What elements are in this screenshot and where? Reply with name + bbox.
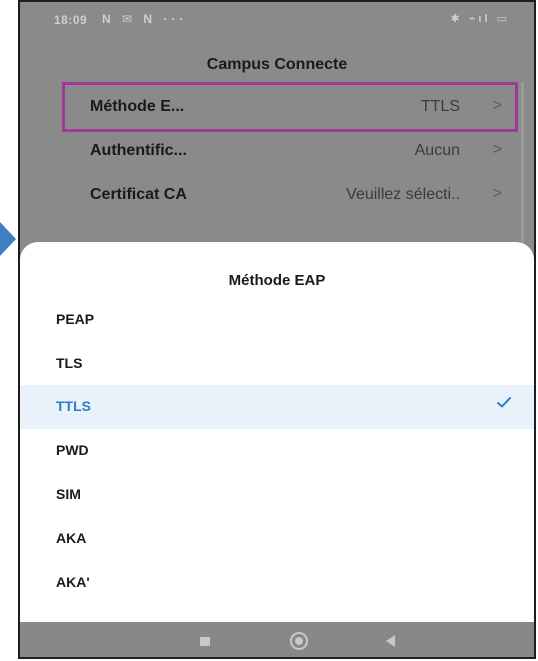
network-title: Campus Connecte <box>206 56 348 73</box>
setting-row-ca-certificate[interactable]: Certificat CA Veuillez sélecti.. > <box>62 175 516 215</box>
setting-value: Veuillez sélecti.. <box>346 186 460 203</box>
option-pwd[interactable]: PWD <box>20 429 534 473</box>
option-label: SIM <box>56 486 81 502</box>
home-icon[interactable] <box>290 632 308 650</box>
setting-label: Certificat CA <box>90 186 187 203</box>
option-label: AKA' <box>56 574 90 590</box>
option-label: TLS <box>56 355 83 371</box>
eap-method-bottom-sheet: Méthode EAP PEAP TLS TTLS PWD SIM AKA AK… <box>20 242 534 622</box>
option-label: PWD <box>56 442 89 458</box>
recents-icon[interactable] <box>200 637 210 646</box>
option-sim[interactable]: SIM <box>20 473 534 517</box>
navigation-bar <box>20 622 534 657</box>
setting-row-authentication[interactable]: Authentific... Aucun > <box>62 131 516 171</box>
annotation-highlight-box <box>62 82 518 132</box>
option-label: PEAP <box>56 311 95 327</box>
setting-label: Authentific... <box>90 142 187 159</box>
status-bar: 18:09 N ✉ N ··· ✱ ⌁ıl ▭ <box>20 2 534 40</box>
check-icon <box>497 397 511 408</box>
system-status-icons: ✱ ⌁ıl ▭ <box>450 13 510 25</box>
setting-value: Aucun <box>414 142 460 159</box>
annotation-arrow <box>0 222 16 256</box>
status-time: 18:09 <box>54 13 88 27</box>
option-ttls[interactable]: TTLS <box>20 385 534 429</box>
option-aka-prime[interactable]: AKA' <box>20 561 534 605</box>
option-label: AKA <box>56 530 87 546</box>
notification-icons: N ✉ N ··· <box>102 12 188 26</box>
option-tls[interactable]: TLS <box>20 342 534 386</box>
sheet-title: Méthode EAP <box>228 272 326 289</box>
scroll-indicator <box>521 82 524 252</box>
chevron-right-icon: > <box>492 185 502 202</box>
phone-screen: 18:09 N ✉ N ··· ✱ ⌁ıl ▭ Campus Connecte … <box>18 0 536 659</box>
chevron-right-icon: > <box>492 141 502 158</box>
option-aka[interactable]: AKA <box>20 517 534 561</box>
option-peap[interactable]: PEAP <box>20 298 534 342</box>
back-icon[interactable] <box>386 635 395 647</box>
option-label: TTLS <box>56 398 91 414</box>
